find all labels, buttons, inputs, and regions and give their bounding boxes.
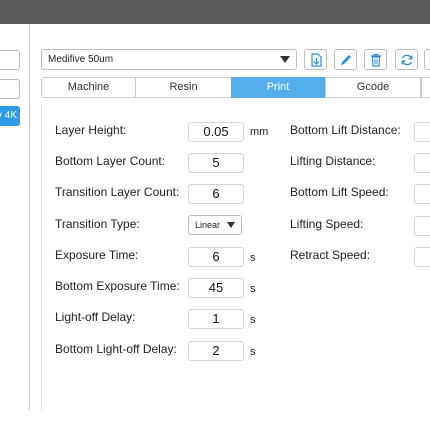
- edit-profile-button[interactable]: [334, 49, 357, 70]
- bottom-exposure-time-unit: s: [250, 283, 256, 295]
- light-off-delay-label: Light-off Delay:: [55, 310, 136, 324]
- retract-speed-input[interactable]: [414, 247, 430, 267]
- export-icon: [311, 53, 322, 67]
- window-title-bar: [0, 0, 430, 24]
- layer-height-unit: mm: [250, 126, 269, 138]
- layer-height-label: Layer Height:: [55, 123, 127, 137]
- printer-list-selected-item[interactable]: y 4K: [0, 106, 20, 126]
- light-off-delay-input[interactable]: 1: [188, 309, 244, 329]
- tab-resin[interactable]: Resin: [135, 77, 232, 98]
- profile-select-value: Medifive 50um: [48, 54, 114, 65]
- bottom-lift-speed-label: Bottom Lift Speed:: [290, 185, 389, 199]
- bottom-lift-distance-label: Bottom Lift Distance:: [290, 123, 401, 137]
- transition-type-label: Transition Type:: [55, 217, 140, 231]
- retract-speed-label: Retract Speed:: [290, 248, 371, 262]
- light-off-delay-unit: s: [250, 314, 256, 326]
- profile-select[interactable]: Medifive 50um: [41, 49, 297, 70]
- bottom-light-off-delay-unit: s: [250, 346, 256, 358]
- lifting-distance-label: Lifting Distance:: [290, 154, 376, 168]
- delete-icon: [371, 53, 381, 67]
- lifting-distance-input[interactable]: [414, 153, 430, 173]
- chevron-down-icon: [280, 56, 290, 63]
- bottom-lift-speed-input[interactable]: [414, 184, 430, 204]
- print-settings-panel: Layer Height: 0.05 mm Bottom Layer Count…: [41, 104, 430, 410]
- exposure-time-input[interactable]: 6: [188, 247, 244, 267]
- left-panel: y 4K: [0, 24, 30, 410]
- tab-print[interactable]: Print: [231, 77, 325, 98]
- transition-layer-count-input[interactable]: 6: [188, 184, 244, 204]
- transition-type-value: Linear: [195, 220, 221, 230]
- more-toolbar-button[interactable]: [424, 49, 430, 70]
- delete-profile-button[interactable]: [364, 49, 387, 70]
- left-panel-field-1[interactable]: [0, 50, 20, 70]
- edit-icon: [341, 55, 351, 65]
- tab-gcode[interactable]: Gcode: [325, 77, 421, 98]
- bottom-layer-count-label: Bottom Layer Count:: [55, 154, 166, 168]
- left-panel-field-2[interactable]: [0, 79, 20, 99]
- exposure-time-label: Exposure Time:: [55, 248, 139, 262]
- bottom-light-off-delay-input[interactable]: 2: [188, 341, 244, 361]
- bottom-light-off-delay-label: Bottom Light-off Delay:: [55, 342, 177, 356]
- exposure-time-unit: s: [250, 252, 256, 264]
- bottom-layer-count-input[interactable]: 5: [188, 153, 244, 173]
- bottom-exposure-time-label: Bottom Exposure Time:: [55, 279, 180, 293]
- chevron-down-icon: [227, 222, 235, 228]
- layer-height-input[interactable]: 0.05: [188, 122, 244, 142]
- tab-machine[interactable]: Machine: [41, 77, 136, 98]
- lifting-speed-label: Lifting Speed:: [290, 217, 364, 231]
- bottom-exposure-time-input[interactable]: 45: [188, 278, 244, 298]
- refresh-icon: [401, 54, 413, 66]
- transition-layer-count-label: Transition Layer Count:: [55, 185, 180, 199]
- refresh-profile-button[interactable]: [395, 49, 418, 70]
- export-profile-button[interactable]: [304, 49, 327, 70]
- tab-overflow[interactable]: [421, 77, 430, 98]
- transition-type-select[interactable]: Linear: [188, 215, 242, 235]
- bottom-lift-distance-input[interactable]: [414, 122, 430, 142]
- lifting-speed-input[interactable]: [414, 216, 430, 236]
